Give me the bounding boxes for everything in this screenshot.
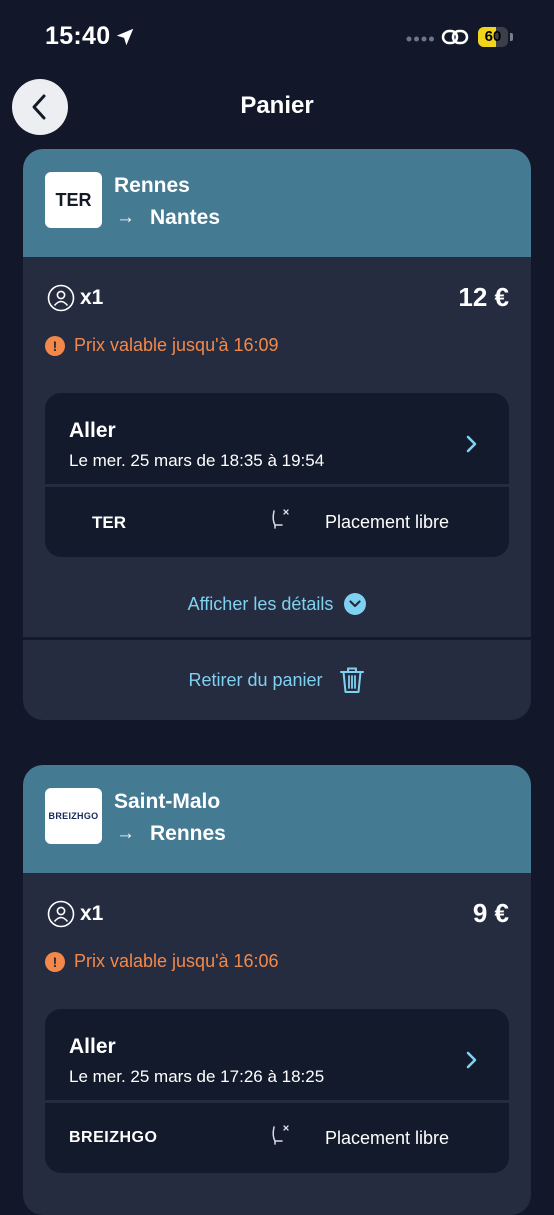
price: 12 € [458,282,509,312]
cart-item-card: TER Rennes → Nantes x1 12 € ! Prix valab… [23,149,531,720]
page-title: Panier [240,92,314,119]
divider [45,1100,509,1103]
origin-station: Saint-Malo [114,790,221,813]
destination-row: → Rennes [116,822,226,846]
price: 9 € [472,898,509,928]
right-arrow-icon: → [116,823,135,844]
cart-item-header: BREIZHGO Saint-Malo → Rennes [23,765,531,873]
passenger-count-label: x1 [80,902,104,925]
journey-date: Le mer. 25 mars de 18:35 à 19:54 [69,451,325,470]
destination-station: Rennes [150,822,226,845]
seat-placement: Placement libre [325,512,450,532]
passenger-icon [47,900,75,928]
cart-item-card: BREIZHGO Saint-Malo → Rennes x1 9 € ! Pr… [23,765,531,1215]
battery-icon: 60 [478,27,513,47]
operator-logo-ter: TER [45,172,102,228]
journey-direction: Aller [69,419,116,442]
trash-icon [339,667,364,693]
signal-dots-icon [406,36,434,42]
seat-icon [272,509,289,529]
journey-date: Le mer. 25 mars de 17:26 à 18:25 [69,1067,325,1086]
status-time: 15:40 [45,22,111,50]
warning-icon: ! [45,951,65,972]
location-arrow-icon [116,28,134,46]
link-icon [441,29,469,45]
chevron-right-icon[interactable] [465,434,479,454]
journey-operator: TER [92,513,126,532]
passenger-count: x1 [47,900,103,928]
show-details-label: Afficher les détails [187,593,334,614]
destination-station: Nantes [150,206,221,229]
price-validity: ! Prix valable jusqu'à 16:09 [45,335,279,356]
right-arrow-icon: → [116,207,135,228]
cart-item-header: TER Rennes → Nantes [23,149,531,257]
operator-logo-text: BREIZHGO [48,811,99,821]
passenger-icon [47,284,75,312]
destination-row: → Nantes [116,206,220,230]
status-bar: 15:40 60 [0,0,554,70]
warning-icon: ! [45,335,65,356]
journey-summary[interactable]: Aller Le mer. 25 mars de 18:35 à 19:54 T… [45,393,509,557]
divider [45,484,509,487]
passenger-count: x1 [47,284,103,312]
seat-placement: Placement libre [325,1128,450,1148]
passenger-count-label: x1 [80,286,104,309]
operator-logo-text: TER [55,189,92,210]
price-validity-text: Prix valable jusqu'à 16:06 [74,951,279,971]
chevron-right-icon[interactable] [465,1050,479,1070]
seat-icon [272,1125,289,1145]
divider [23,637,531,640]
battery-label: 60 [484,28,502,45]
remove-from-cart-button[interactable]: Retirer du panier [23,665,531,695]
operator-logo-breizhgo: BREIZHGO [45,788,102,844]
journey-summary[interactable]: Aller Le mer. 25 mars de 17:26 à 18:25 B… [45,1009,509,1173]
journey-direction: Aller [69,1035,116,1058]
price-validity: ! Prix valable jusqu'à 16:06 [45,951,279,972]
chevron-down-icon [344,593,367,615]
journey-operator: BREIZHGO [69,1129,158,1146]
remove-from-cart-label: Retirer du panier [188,669,323,690]
show-details-button[interactable]: Afficher les détails [23,593,531,615]
origin-station: Rennes [114,174,190,197]
price-validity-text: Prix valable jusqu'à 16:09 [74,335,279,355]
